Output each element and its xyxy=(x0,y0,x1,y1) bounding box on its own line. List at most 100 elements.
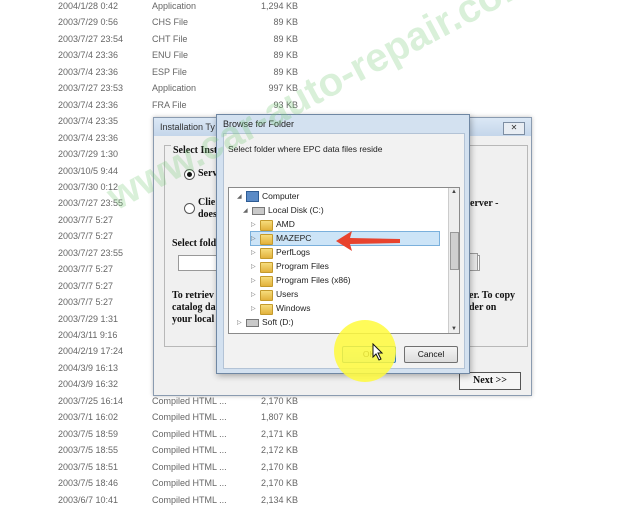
file-size: 2,170 KB xyxy=(260,395,298,406)
tree-node-label: Computer xyxy=(262,191,300,201)
file-size: 89 KB xyxy=(273,50,298,61)
expander-icon[interactable]: ▷ xyxy=(251,235,256,242)
expander-icon[interactable]: ▷ xyxy=(251,249,256,256)
scroll-up-icon[interactable]: ▲ xyxy=(451,189,457,195)
scroll-down-icon[interactable]: ▼ xyxy=(451,326,457,332)
expander-icon[interactable]: ▷ xyxy=(251,291,256,298)
file-type: Compiled HTML ... xyxy=(152,461,227,472)
file-date: 2003/7/5 18:46 xyxy=(58,478,119,489)
file-date: 2003/7/7 5:27 xyxy=(58,280,114,291)
file-row[interactable]: 2003/7/5 18:55 Compiled HTML ... 2,172 KB xyxy=(0,445,637,461)
file-date: 2003/7/5 18:51 xyxy=(58,461,119,472)
client-option-label: Clie does xyxy=(198,197,217,221)
client-radio[interactable] xyxy=(184,203,195,214)
server-desc-fragment: erver - xyxy=(470,198,499,209)
file-date: 2003/7/4 23:36 xyxy=(58,66,119,77)
file-type: Application xyxy=(152,83,197,94)
client-option-line2: does xyxy=(198,209,217,220)
file-size: 2,171 KB xyxy=(260,428,298,439)
file-type: Compiled HTML ... xyxy=(152,412,227,423)
file-type: Compiled HTML ... xyxy=(152,428,227,439)
tree-node-label: Local Disk (C:) xyxy=(268,205,324,215)
file-size: 2,134 KB xyxy=(260,494,298,505)
file-type: CHT File xyxy=(152,33,188,44)
file-type: Compiled HTML ... xyxy=(152,494,227,505)
mouse-cursor-icon xyxy=(372,343,384,361)
tree-node-users[interactable]: ▷ Users xyxy=(251,288,439,301)
file-size: 89 KB xyxy=(273,33,298,44)
file-date: 2003/7/7 5:27 xyxy=(58,264,114,275)
tree-node-label: PerfLogs xyxy=(276,247,311,257)
expander-icon[interactable]: ▷ xyxy=(237,319,242,326)
file-row[interactable]: 2003/7/5 18:51 Compiled HTML ... 2,170 KB xyxy=(0,462,637,478)
file-row[interactable]: 2003/7/1 16:02 Compiled HTML ... 1,807 KB xyxy=(0,412,637,428)
file-size: 2,170 KB xyxy=(260,478,298,489)
tree-scrollbar[interactable]: ▲ ▼ xyxy=(448,188,459,333)
folder-icon xyxy=(260,248,273,259)
file-date: 2003/7/4 23:35 xyxy=(58,116,119,127)
expander-icon[interactable]: ◢ xyxy=(237,193,242,200)
file-date: 2004/3/9 16:13 xyxy=(58,362,119,373)
file-type: Compiled HTML ... xyxy=(152,445,227,456)
file-type: ENU File xyxy=(152,50,189,61)
file-type: Application xyxy=(152,1,197,11)
file-row[interactable]: 2003/7/5 18:59 Compiled HTML ... 2,171 KB xyxy=(0,429,637,445)
folder-icon xyxy=(260,262,273,273)
tree-node-soft-d[interactable]: ▷ Soft (D:) xyxy=(237,316,439,329)
folder-icon xyxy=(260,234,273,245)
file-type: ESP File xyxy=(152,66,187,77)
tree-node-label: Program Files xyxy=(276,261,329,271)
copy-instructions: er. To copy der on xyxy=(469,290,524,314)
file-row[interactable]: 2003/7/5 18:46 Compiled HTML ... 2,170 KB xyxy=(0,478,637,494)
file-size: 89 KB xyxy=(273,66,298,77)
folder-label: Select fold xyxy=(172,238,217,249)
file-row[interactable]: 2003/7/27 23:54 CHT File 89 KB xyxy=(0,34,637,50)
file-date: 2003/7/25 16:14 xyxy=(58,395,124,406)
red-arrow-annotation xyxy=(336,231,400,251)
file-date: 2004/1/28 0:42 xyxy=(58,1,119,11)
tree-node-program-files[interactable]: ▷ Program Files xyxy=(251,260,439,273)
tree-node-windows[interactable]: ▷ Windows xyxy=(251,302,439,315)
file-type: Compiled HTML ... xyxy=(152,478,227,489)
click-highlight xyxy=(334,320,396,382)
file-row[interactable]: 2004/1/28 0:42 Application 1,294 KB xyxy=(0,1,637,17)
close-button[interactable]: ✕ xyxy=(503,122,525,135)
file-date: 2003/7/7 5:27 xyxy=(58,214,114,225)
folder-icon xyxy=(260,220,273,231)
scroll-thumb[interactable] xyxy=(450,232,459,270)
folder-icon xyxy=(260,276,273,287)
file-size: 89 KB xyxy=(273,17,298,28)
tree-node-program-files-x86[interactable]: ▷ Program Files (x86) xyxy=(251,274,439,287)
disk-icon xyxy=(252,207,265,215)
file-date: 2003/7/5 18:55 xyxy=(58,445,119,456)
file-date: 2004/3/11 9:16 xyxy=(58,330,118,340)
copy-line: er. To copy xyxy=(469,290,516,301)
file-date: 2003/7/5 18:59 xyxy=(58,428,119,439)
expander-icon[interactable]: ▷ xyxy=(251,277,256,284)
tree-node-label: Windows xyxy=(276,303,311,313)
folder-icon xyxy=(260,290,273,301)
file-row[interactable]: 2003/7/25 16:14 Compiled HTML ... 2,170 KB xyxy=(0,396,637,412)
cancel-button[interactable]: Cancel xyxy=(404,346,458,363)
tree-node-label: AMD xyxy=(276,219,295,229)
file-date: 2003/7/4 23:36 xyxy=(58,99,119,110)
expander-icon[interactable]: ▷ xyxy=(251,221,256,228)
file-date: 2003/7/29 0:56 xyxy=(58,17,119,28)
expander-icon[interactable]: ▷ xyxy=(251,305,256,312)
next-button[interactable]: Next >> xyxy=(459,372,521,390)
tree-node-computer[interactable]: ◢ Computer xyxy=(237,190,439,203)
file-date: 2003/7/7 5:27 xyxy=(58,231,114,242)
tree-node-label: MAZEPC xyxy=(276,233,312,243)
file-row[interactable]: 2003/7/29 0:56 CHS File 89 KB xyxy=(0,17,637,33)
file-type: CHS File xyxy=(152,17,189,28)
file-date: 2003/7/4 23:36 xyxy=(58,50,119,61)
file-row[interactable]: 2003/6/7 10:41 Compiled HTML ... 2,134 KB xyxy=(0,495,637,511)
tree-node-local-disk-c[interactable]: ◢ Local Disk (C:) xyxy=(243,204,439,217)
expander-icon[interactable]: ▷ xyxy=(251,263,256,270)
expander-icon[interactable]: ◢ xyxy=(243,207,248,214)
folder-tree[interactable]: ▲ ▼ ◢ Computer ◢ Local Disk (C:) ▷ AMD ▷ MAZEPC… xyxy=(228,187,460,334)
client-option-line1: Clie xyxy=(198,197,216,208)
file-date: 2003/7/27 23:55 xyxy=(58,247,124,258)
copy-line: der on xyxy=(469,302,497,313)
file-date: 2003/6/7 10:41 xyxy=(58,494,119,505)
